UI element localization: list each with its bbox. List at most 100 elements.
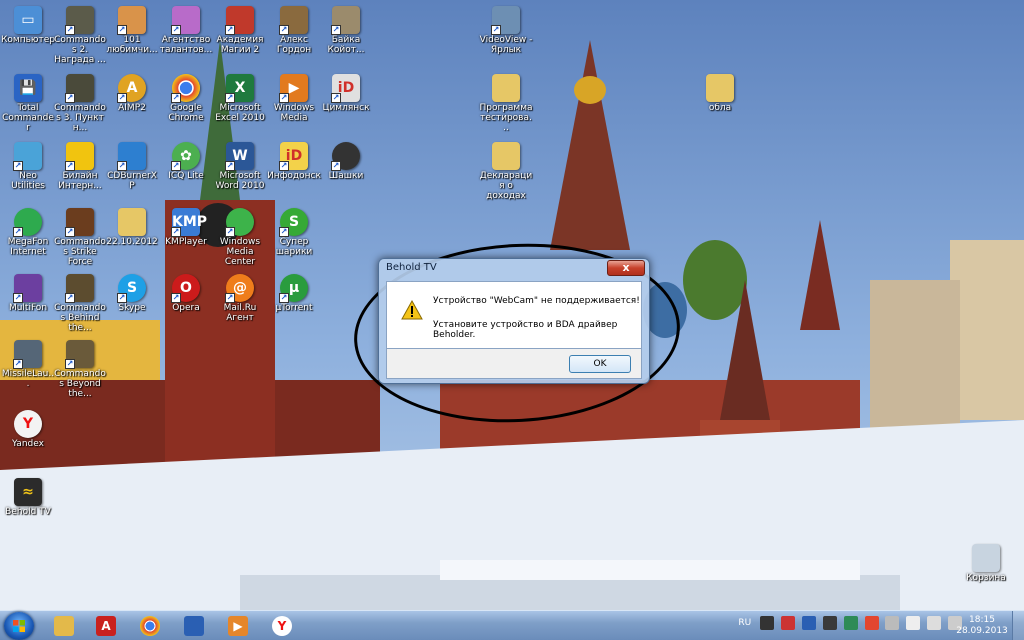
desktop-icon-label: MissileLau... [1, 369, 55, 389]
ok-button[interactable]: OK [569, 355, 631, 373]
desktop-icon-commandos-sf[interactable]: ↗ Commandos Strike Force [52, 206, 108, 272]
desktop-icon-label: µTorrent [275, 303, 313, 313]
dialog-titlebar[interactable]: Behold TV x [379, 259, 649, 279]
desktop-icon-commandos3[interactable]: ↗ Commandos 3. Пункт н... [52, 72, 108, 138]
clock-time: 18:15 [969, 615, 995, 625]
tray-app-icon[interactable] [885, 616, 900, 630]
desktop-icon-label: Mail.Ru Агент [223, 303, 257, 323]
taskbar-chrome[interactable] [130, 613, 170, 639]
commandos-beyond-icon: ↗ [65, 340, 94, 369]
desktop-icon-101-pets[interactable]: ↗ 101 любимчи... [104, 4, 160, 70]
desktop-icon-opera[interactable]: O ↗ Opera [158, 272, 214, 338]
folder-icon [118, 208, 146, 236]
folder-icon [54, 616, 74, 636]
coyote-icon: ↗ [331, 6, 360, 35]
desktop-icon-date-folder[interactable]: 22.10.2012 [104, 206, 160, 272]
desktop-icon-excel[interactable]: X ↗ Microsoft Excel 2010 [212, 72, 268, 138]
desktop-icon-label: VideoView - Ярлык [479, 35, 533, 55]
desktop-icon-megafon[interactable]: ↗ MegaFon Internet [0, 206, 56, 272]
desktop-icon-label: Total Commander [2, 103, 54, 133]
tray-app-icon[interactable] [864, 616, 879, 630]
flag-icon[interactable] [906, 616, 921, 630]
desktop-icon-label: Microsoft Excel 2010 [215, 103, 265, 123]
desktop-icon-infodonsk[interactable]: iD ↗ Инфодонск [266, 140, 322, 206]
desktop-icon-videoview[interactable]: ↗ VideoView - Ярлык [478, 4, 534, 70]
desktop-icon-label: Байка Койот... [327, 35, 365, 55]
desktop-icon-neo-utilities[interactable]: ↗ Neo Utilities [0, 140, 56, 206]
word-icon: W ↗ [225, 142, 254, 171]
desktop-icon-kmplayer[interactable]: KMP ↗ KMPlayer [158, 206, 214, 272]
commandos2-icon: ↗ [65, 6, 94, 35]
multifon-icon: ↗ [13, 274, 42, 303]
media-player-icon: ▶ [228, 616, 248, 636]
taskbar-acrobat[interactable]: A [86, 613, 126, 639]
commandos3-icon: ↗ [65, 74, 94, 103]
desktop-icon-label: обла [708, 103, 732, 113]
desktop-icon-icq[interactable]: ✿ ↗ ICQ Lite [158, 140, 214, 206]
desktop-icon-recycle-bin[interactable]: Корзина [958, 542, 1014, 608]
opera-icon: O ↗ [171, 274, 200, 303]
desktop-icon-media-center[interactable]: ↗ Windows Media Center [212, 206, 268, 272]
desktop-icon-utorrent[interactable]: µ ↗ µTorrent [266, 272, 322, 338]
taskbar-save[interactable] [174, 613, 214, 639]
desktop-icon-checkers[interactable]: ↗ Шашки [318, 140, 374, 206]
tray-app-icon[interactable] [801, 616, 816, 630]
desktop-icon-yandex[interactable]: Y Yandex [0, 408, 56, 474]
desktop-icon-commandos-bel[interactable]: ↗ Commandos Behind the... [52, 272, 108, 338]
desktop-icon-label: Behold TV [5, 507, 51, 517]
desktop-icon-label: Агентство талантов... [159, 35, 213, 55]
desktop-icon-cdburner[interactable]: ↗ CDBurnerXP [104, 140, 160, 206]
tray-app-icon[interactable] [781, 616, 795, 630]
desktop-icon-commandos2[interactable]: ↗ Commandos 2. Награда ... [52, 4, 108, 70]
clock[interactable]: 18:15 28.09.2013 [956, 615, 1008, 637]
neo-utilities-icon: ↗ [13, 142, 42, 171]
desktop-icon-windows-media[interactable]: ▶ ↗ Windows Media [266, 72, 322, 138]
desktop-icon-beeline[interactable]: ↗ Билайн Интерн... [52, 140, 108, 206]
desktop-icon-label: Академия Магии 2 [216, 35, 264, 55]
language-indicator[interactable]: RU [738, 618, 751, 628]
desktop-icon-label: Google Chrome [168, 103, 204, 123]
desktop-icon-missile-launcher[interactable]: ↗ MissileLau... [0, 338, 56, 404]
computer-icon: ▭ [14, 6, 42, 34]
desktop-icon-tsimlyansk[interactable]: iD ↗ Цимлянск [318, 72, 374, 138]
media-center-icon: ↗ [225, 208, 254, 237]
desktop-icon-aimp[interactable]: A ↗ AIMP2 [104, 72, 160, 138]
desktop-icon-obla-folder[interactable]: обла [692, 72, 748, 138]
tray-app-icon[interactable] [760, 616, 775, 630]
desktop-icon-alex-gordon[interactable]: ↗ Алекс Гордон [266, 4, 322, 70]
desktop-icon-skype[interactable]: S ↗ Skype [104, 272, 160, 338]
commandos-sf-icon: ↗ [65, 208, 94, 237]
desktop-icon-total-commander[interactable]: 💾 Total Commander [0, 72, 56, 138]
desktop-icon-mailru-agent[interactable]: @ ↗ Mail.Ru Агент [212, 272, 268, 338]
commandos-bel-icon: ↗ [65, 274, 94, 303]
desktop-icon-label: Yandex [12, 439, 44, 449]
desktop-icon-talent-agency[interactable]: ↗ Агентство талантов... [158, 4, 214, 70]
desktop-icon-chrome[interactable]: ↗ Google Chrome [158, 72, 214, 138]
floppy-icon [184, 616, 204, 636]
taskbar-media-player[interactable]: ▶ [218, 613, 258, 639]
desktop-icon-super-balls[interactable]: S ↗ Супер шарики [266, 206, 322, 272]
desktop-icon-computer[interactable]: ▭ Компьютер [0, 4, 56, 70]
utorrent-icon: µ ↗ [279, 274, 308, 303]
show-desktop-button[interactable] [1012, 611, 1024, 640]
close-button[interactable]: x [607, 260, 645, 276]
desktop-icon-behold-tv[interactable]: ≈ Behold TV [0, 476, 56, 542]
tray-app-icon[interactable] [843, 616, 858, 630]
tray-app-icon[interactable] [822, 616, 837, 630]
desktop-icon-word[interactable]: W ↗ Microsoft Word 2010 [212, 140, 268, 206]
desktop-icon-test-program-folder[interactable]: Программа тестирова... [478, 72, 534, 138]
desktop-icon-commandos-beyond[interactable]: ↗ Commandos Beyond the... [52, 338, 108, 404]
desktop-icon-label: 22.10.2012 [106, 237, 158, 247]
desktop-icon-coyote[interactable]: ↗ Байка Койот... [318, 4, 374, 70]
desktop-icon-declaration-folder[interactable]: Декларация о доходах [478, 140, 534, 206]
desktop-icon-label: Microsoft Word 2010 [215, 171, 265, 191]
taskbar-explorer[interactable] [44, 613, 84, 639]
folder-icon [706, 74, 734, 102]
volume-icon[interactable] [927, 616, 942, 630]
start-button[interactable] [4, 612, 34, 640]
kmplayer-icon: KMP ↗ [171, 208, 207, 237]
desktop-icon-magic-academy[interactable]: ↗ Академия Магии 2 [212, 4, 268, 70]
taskbar-yandex[interactable]: Y [262, 613, 302, 639]
desktop-icon-label: AIMP2 [118, 103, 146, 113]
desktop-icon-multifon[interactable]: ↗ MultiFon [0, 272, 56, 338]
